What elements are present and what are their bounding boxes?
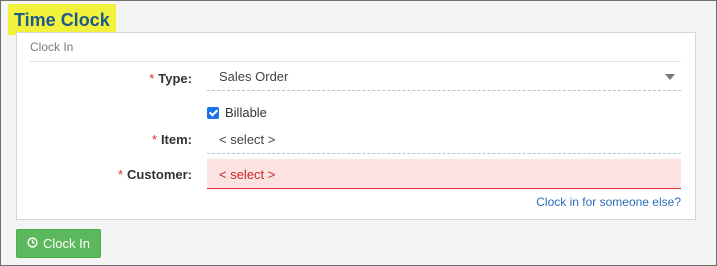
type-label: * Type: bbox=[149, 71, 192, 86]
clock-icon bbox=[27, 230, 38, 257]
customer-label: * Customer: bbox=[118, 167, 192, 182]
heading-divider bbox=[30, 61, 681, 62]
page-title: Time Clock bbox=[8, 4, 116, 35]
billable-checkbox[interactable] bbox=[207, 107, 219, 119]
type-label-text: Type: bbox=[158, 71, 192, 86]
item-label: * Item: bbox=[152, 132, 192, 147]
customer-select[interactable]: < select > bbox=[207, 159, 681, 189]
billable-label[interactable]: Billable bbox=[225, 105, 267, 120]
clock-in-button-label: Clock In bbox=[43, 236, 90, 251]
clock-in-button[interactable]: Clock In bbox=[16, 229, 101, 258]
panel-heading: Clock In bbox=[30, 40, 74, 54]
item-select-value: < select > bbox=[219, 132, 276, 147]
item-label-text: Item: bbox=[160, 132, 192, 147]
clock-in-someone-else-link[interactable]: Clock in for someone else? bbox=[536, 195, 681, 209]
type-select[interactable]: Sales Order bbox=[207, 63, 681, 91]
item-select[interactable]: < select > bbox=[207, 126, 681, 154]
clock-in-panel: Clock In * Type: Sales Order Billable * It… bbox=[16, 32, 696, 220]
chevron-down-icon bbox=[665, 74, 675, 80]
customer-label-text: Customer: bbox=[126, 167, 192, 182]
required-marker: * bbox=[151, 132, 157, 147]
time-clock-page: Time Clock Clock In * Type: Sales Order B… bbox=[0, 0, 717, 266]
required-marker: * bbox=[117, 167, 123, 182]
type-select-value: Sales Order bbox=[219, 69, 289, 84]
customer-select-value: < select > bbox=[219, 167, 276, 182]
required-marker: * bbox=[149, 71, 155, 86]
